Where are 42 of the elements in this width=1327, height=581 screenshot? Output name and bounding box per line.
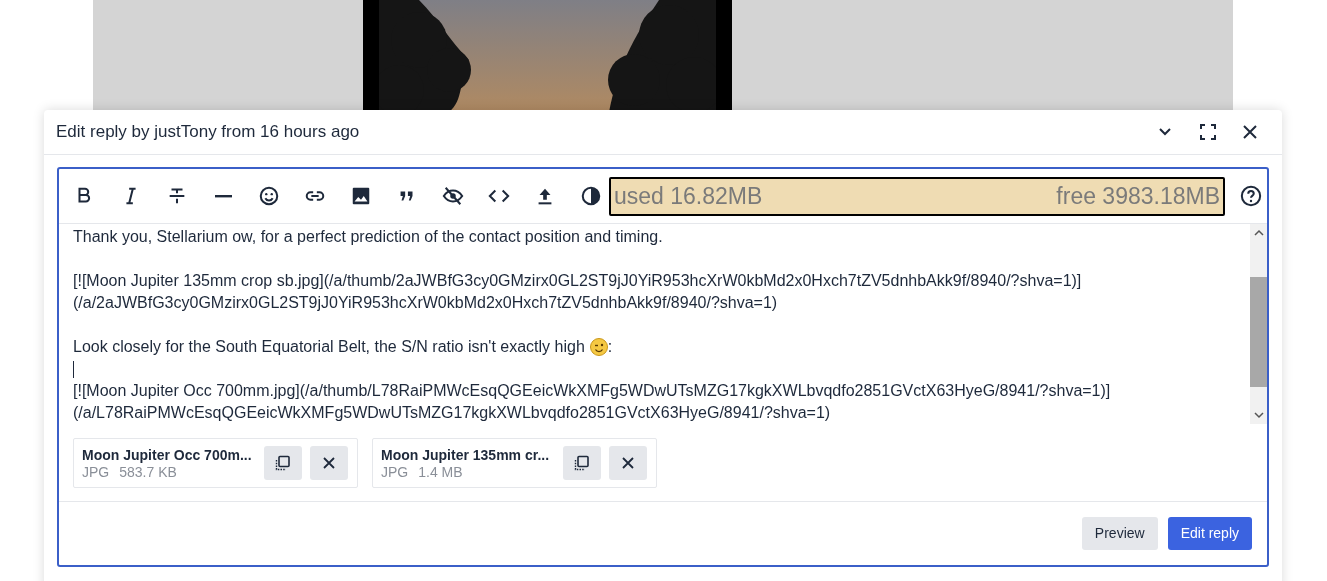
file-name: Moon Jupiter Occ 700m...	[82, 445, 253, 464]
copy-button[interactable]	[264, 446, 302, 480]
free-space-text: free 3983.18MB	[1056, 181, 1220, 211]
file-size: 583.7 KB	[119, 463, 177, 481]
remove-button[interactable]	[310, 446, 348, 480]
file-size: 1.4 MB	[418, 463, 463, 481]
text-line: Look closely for the South Equatorial Belt, the S/N ratio isn't exactly high	[73, 337, 585, 357]
used-space-text: used 16.82MB	[614, 181, 763, 211]
contrast-icon	[580, 185, 602, 207]
scrollbar[interactable]	[1250, 224, 1267, 424]
colon-text: :	[607, 337, 613, 357]
close-icon[interactable]	[1242, 124, 1258, 140]
file-type: JPG	[381, 463, 409, 481]
image-icon	[350, 185, 372, 207]
text-cursor	[73, 360, 74, 378]
file-name: Moon Jupiter 135mm cr...	[381, 445, 551, 464]
close-icon	[322, 456, 336, 470]
text-line: (/a/L78RaiPMWcEsqQGEeicWkXMFg5WDwUTsMZG17kgkXWLbvqdfo2851GVctX63HyeG/8941/?shva=1)	[73, 403, 831, 423]
copy-icon	[275, 455, 291, 471]
scroll-thumb[interactable]	[1250, 277, 1267, 387]
close-icon	[621, 456, 635, 470]
file-type: JPG	[82, 463, 110, 481]
smiley-button[interactable]	[257, 184, 281, 208]
copy-icon	[574, 455, 590, 471]
horizontal-rule-icon	[214, 194, 232, 198]
winking-face-icon	[589, 338, 608, 356]
remove-button[interactable]	[609, 446, 647, 480]
text-line: [![Moon Jupiter 135mm crop sb.jpg](/a/thumb/2aJWBfG3cy0GMzirx0GL2ST9jJ0YiR953hcXrW0kbMd2x0Hxch7tZV5dnhbAkk9f/8940/?shva=1)]	[73, 271, 1082, 291]
text-line: [![Moon Jupiter Occ 700mm.jpg](/a/thumb/L78RaiPMWcEsqQGEeicWkXMFg5WDwUTsMZG17kgkXWLbvqdfo2851GVctX63HyeG/8941/?shva=1)]	[73, 381, 1111, 401]
preview-button[interactable]: Preview	[1081, 517, 1158, 550]
text-line: Thank you, Stellarium ow, for a perfect prediction of the contact position and timing.	[73, 227, 663, 247]
chevron-down-icon[interactable]	[1158, 127, 1172, 137]
smiley-icon	[258, 185, 280, 207]
edit-reply-button[interactable]: Edit reply	[1167, 517, 1252, 550]
help-button[interactable]	[1240, 185, 1262, 207]
eye-slash-icon	[442, 185, 464, 207]
dialog-title: Edit reply by justTony from 16 hours ago	[56, 121, 361, 144]
eye-slash-button[interactable]	[441, 184, 465, 208]
contrast-button[interactable]	[579, 184, 603, 208]
copy-button[interactable]	[563, 446, 601, 480]
fullscreen-icon[interactable]	[1200, 124, 1216, 140]
text-line: (/a/2aJWBfG3cy0GMzirx0GL2ST9jJ0YiR953hcXrW0kbMd2x0Hxch7tZV5dnhbAkk9f/8940/?shva=1)	[73, 293, 778, 313]
